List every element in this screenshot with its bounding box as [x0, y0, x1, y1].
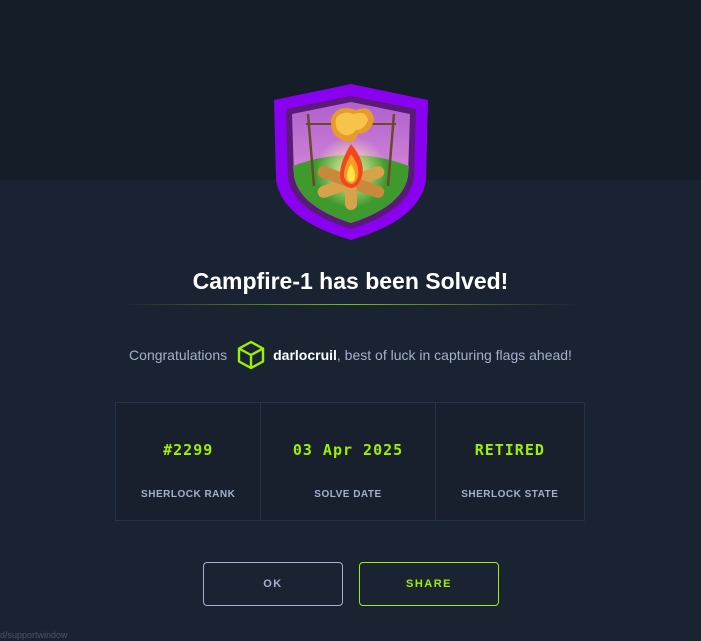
title-divider [124, 304, 577, 305]
congrats-suffix: , best of luck in capturing flags ahead! [336, 347, 572, 363]
stat-sherlock-state: RETIRED SHERLOCK STATE [436, 403, 584, 520]
stat-value: RETIRED [474, 441, 545, 459]
stat-value: #2299 [163, 441, 214, 459]
stats-panel: #2299 SHERLOCK RANK 03 Apr 2025 SOLVE DA… [115, 402, 585, 521]
stat-value: 03 Apr 2025 [292, 441, 404, 459]
page-title: Campfire-1 has been Solved! [192, 268, 509, 294]
stat-label: SHERLOCK RANK [141, 489, 236, 500]
footer-text: d/supportwindow [0, 630, 68, 640]
username-link[interactable]: darlocruil [273, 347, 337, 363]
hackthebox-cube-icon [237, 340, 265, 370]
share-button[interactable]: SHARE [359, 562, 499, 606]
stat-solve-date: 03 Apr 2025 SOLVE DATE [261, 403, 436, 520]
congrats-prefix: Congratulations [129, 347, 228, 363]
solved-modal: Campfire-1 has been Solved! Congratulati… [0, 0, 701, 641]
stat-sherlock-rank: #2299 SHERLOCK RANK [116, 403, 262, 520]
stat-label: SHERLOCK STATE [461, 489, 559, 500]
ok-button[interactable]: OK [203, 562, 343, 606]
congratulations-message: Congratulations darlocruil , best of luc… [0, 340, 701, 370]
campfire-badge-icon [274, 84, 428, 240]
stat-label: SOLVE DATE [314, 489, 382, 500]
